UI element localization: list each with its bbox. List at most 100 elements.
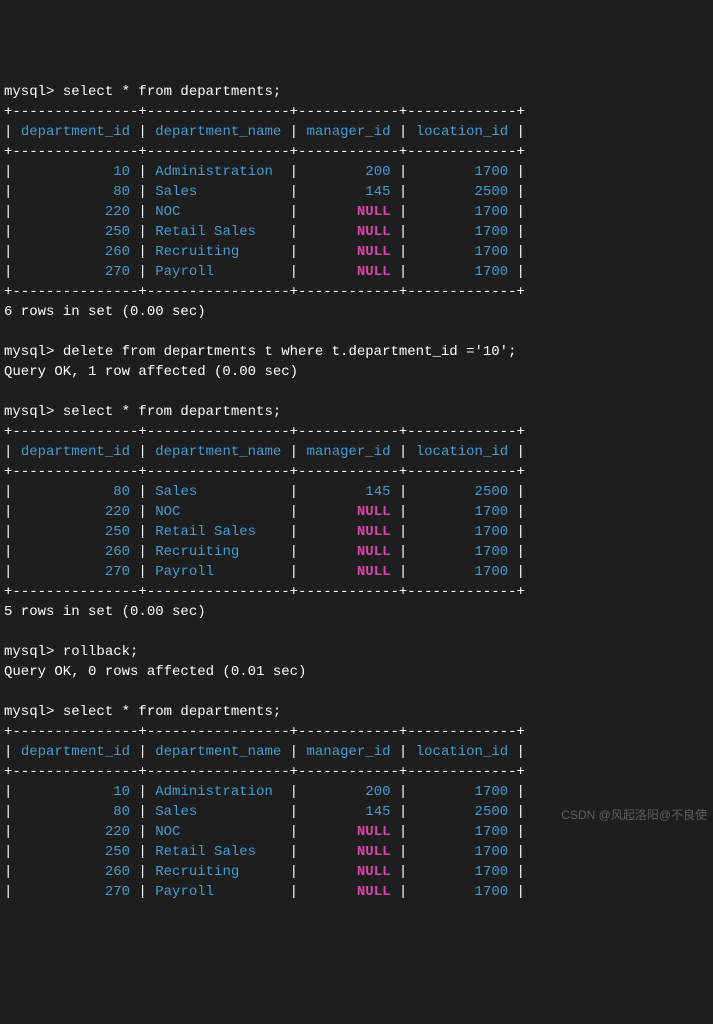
cell-location-id: 1700 [416,884,508,900]
pipe: | [4,204,21,220]
mysql-prompt: mysql> [4,344,63,360]
border-line: +---------------+-----------------+-----… [4,284,525,300]
border-line: +---------------+-----------------+-----… [4,464,525,480]
cell-manager-id-null: NULL [307,504,391,520]
pipe: | [130,244,155,260]
table-row: | 220 | NOC | NULL | 1700 | [4,502,709,522]
pipe: | [4,504,21,520]
pipe: | [4,564,21,580]
pipe: | [4,484,21,500]
pipe: | [130,804,155,820]
pipe: | [508,744,525,760]
pipe: | [508,524,525,540]
status-text: Query OK, 0 rows affected (0.01 sec) [4,664,306,680]
cell-location-id: 1700 [416,224,508,240]
table-row: | 270 | Payroll | NULL | 1700 | [4,562,709,582]
pipe: | [130,444,155,460]
cell-manager-id: 145 [307,184,391,200]
blank-line [4,622,709,642]
cell-manager-id-null: NULL [307,264,391,280]
status-rollback: Query OK, 0 rows affected (0.01 sec) [4,662,709,682]
cell-department-name: Retail Sales [155,224,281,240]
query-rollback: mysql> rollback; [4,642,709,662]
pipe: | [130,264,155,280]
cell-department-id: 80 [21,484,130,500]
pipe: | [391,184,416,200]
table-row: | 220 | NOC | NULL | 1700 | [4,822,709,842]
cell-department-name: Recruiting [155,544,281,560]
pipe: | [130,864,155,880]
cell-location-id: 1700 [416,824,508,840]
pipe: | [508,124,525,140]
pipe: | [391,444,416,460]
cell-department-name: Sales [155,184,281,200]
col-location-id: location_id [416,744,508,760]
table-row: | 260 | Recruiting | NULL | 1700 | [4,242,709,262]
cell-department-name: Retail Sales [155,524,281,540]
pipe: | [281,844,306,860]
pipe: | [281,184,306,200]
pipe: | [391,164,416,180]
col-manager-id: manager_id [307,744,391,760]
pipe: | [4,844,21,860]
pipe: | [391,124,416,140]
blank-line [4,382,709,402]
cell-location-id: 1700 [416,544,508,560]
cell-department-name: Payroll [155,564,281,580]
cell-location-id: 1700 [416,264,508,280]
col-department-id: department_id [21,124,130,140]
pipe: | [391,804,416,820]
cell-manager-id-null: NULL [307,224,391,240]
pipe: | [391,744,416,760]
sql-command: delete from departments t where t.depart… [63,344,517,360]
cell-manager-id-null: NULL [307,244,391,260]
cell-manager-id-null: NULL [307,204,391,220]
query-select-3: mysql> select * from departments; [4,702,709,722]
table-header-row: | department_id | department_name | mana… [4,742,709,762]
cell-manager-id: 145 [307,804,391,820]
cell-manager-id: 200 [307,164,391,180]
cell-department-id: 250 [21,524,130,540]
mysql-prompt: mysql> [4,84,63,100]
status-text: 5 rows in set (0.00 sec) [4,604,206,620]
pipe: | [4,124,21,140]
pipe: | [508,164,525,180]
cell-manager-id-null: NULL [307,884,391,900]
sql-command: select * from departments; [63,404,281,420]
border-line: +---------------+-----------------+-----… [4,104,525,120]
cell-department-id: 10 [21,784,130,800]
cell-department-name: Payroll [155,884,281,900]
cell-manager-id: 145 [307,484,391,500]
status-delete: Query OK, 1 row affected (0.00 sec) [4,362,709,382]
cell-location-id: 1700 [416,784,508,800]
pipe: | [130,224,155,240]
pipe: | [4,444,21,460]
pipe: | [281,204,306,220]
pipe: | [508,784,525,800]
terminal-output[interactable]: mysql> select * from departments; +------… [4,82,709,902]
cell-department-id: 260 [21,544,130,560]
cell-department-id: 260 [21,244,130,260]
cell-department-id: 270 [21,564,130,580]
pipe: | [281,224,306,240]
pipe: | [391,264,416,280]
pipe: | [281,804,306,820]
mysql-prompt: mysql> [4,704,63,720]
pipe: | [391,784,416,800]
table-border: +---------------+-----------------+-----… [4,282,709,302]
pipe: | [281,484,306,500]
sql-command: rollback; [63,644,139,660]
pipe: | [130,184,155,200]
pipe: | [130,204,155,220]
pipe: | [508,824,525,840]
cell-department-id: 260 [21,864,130,880]
pipe: | [4,824,21,840]
table-border: +---------------+-----------------+-----… [4,422,709,442]
pipe: | [4,544,21,560]
status-text: 6 rows in set (0.00 sec) [4,304,206,320]
cell-location-id: 2500 [416,804,508,820]
table-row: | 270 | Payroll | NULL | 1700 | [4,882,709,902]
pipe: | [281,744,306,760]
col-department-name: department_name [155,124,281,140]
pipe: | [281,784,306,800]
